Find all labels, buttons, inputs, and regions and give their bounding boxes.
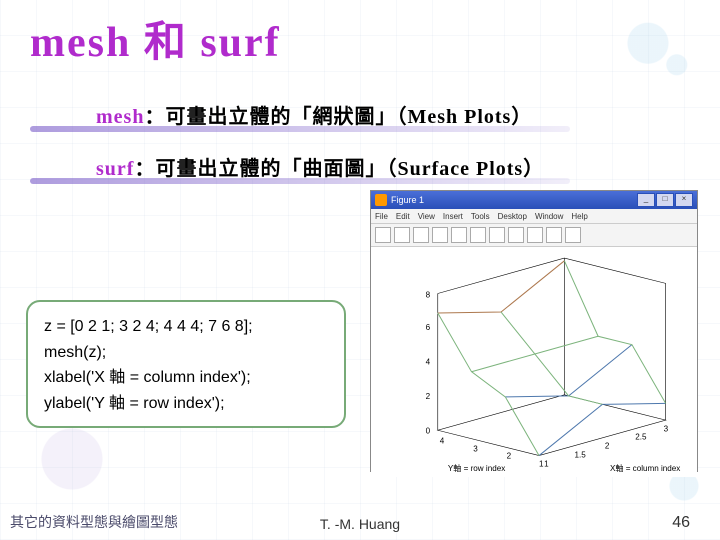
ytick-4: 4: [440, 436, 445, 445]
ztick-0: 0: [426, 426, 431, 435]
tool-pan-icon[interactable]: [489, 227, 505, 243]
footer-author: T. -M. Huang: [320, 516, 400, 532]
xlabel: X軸 = column index: [610, 463, 680, 473]
tool-rotate-icon[interactable]: [508, 227, 524, 243]
code-line-2: mesh(z);: [44, 340, 328, 366]
code-line-3: xlabel('X 軸 = column index');: [44, 365, 328, 391]
mesh-text: ：可畫出立體的「網狀圖」（Mesh Plots）: [144, 106, 532, 128]
figure-titlebar: Figure 1 _ □ ×: [371, 191, 697, 209]
plot-area: 0 2 4 6 8 4 3 2 1 1 1.5 2 2.5 3 X軸 = col…: [371, 247, 697, 477]
figure-menubar: File Edit View Insert Tools Desktop Wind…: [371, 209, 697, 223]
ztick-2: 2: [426, 392, 431, 401]
bullet-mesh: mesh：可畫出立體的「網狀圖」（Mesh Plots）: [96, 100, 532, 129]
tool-datatip-icon[interactable]: [527, 227, 543, 243]
mesh-keyword: mesh: [96, 106, 144, 128]
ztick-6: 6: [426, 323, 431, 332]
close-button[interactable]: ×: [675, 193, 693, 207]
xtick-1: 1: [544, 460, 549, 469]
code-box: z = [0 2 1; 3 2 4; 4 4 4; 7 6 8]; mesh(z…: [26, 300, 346, 428]
figure-title: Figure 1: [391, 195, 424, 205]
tool-zoom-out-icon[interactable]: [470, 227, 486, 243]
bullet-surf: surf：可畫出立體的「曲面圖」（Surface Plots）: [96, 152, 544, 181]
menu-insert[interactable]: Insert: [443, 212, 463, 221]
tool-zoom-in-icon[interactable]: [451, 227, 467, 243]
surf-text: ：可畫出立體的「曲面圖」（Surface Plots）: [134, 158, 544, 180]
xtick-2: 2: [605, 441, 610, 450]
code-line-1: z = [0 2 1; 3 2 4; 4 4 4; 7 6 8];: [44, 314, 328, 340]
matlab-icon: [375, 194, 387, 206]
figure-toolbar: [371, 223, 697, 247]
footer-left: 其它的資料型態與繪圖型態: [10, 512, 178, 532]
menu-window[interactable]: Window: [535, 212, 563, 221]
menu-tools[interactable]: Tools: [471, 212, 490, 221]
ytick-2: 2: [507, 452, 512, 461]
matlab-figure-window: Figure 1 _ □ × File Edit View Insert Too…: [370, 190, 698, 472]
ztick-8: 8: [426, 291, 431, 300]
window-buttons: _ □ ×: [637, 193, 693, 207]
xtick-2.5: 2.5: [635, 432, 647, 441]
ytick-3: 3: [473, 445, 478, 454]
footer-page-number: 46: [672, 514, 690, 532]
menu-help[interactable]: Help: [571, 212, 587, 221]
code-line-4: ylabel('Y 軸 = row index');: [44, 391, 328, 417]
mesh-plot: 0 2 4 6 8 4 3 2 1 1 1.5 2 2.5 3 X軸 = col…: [377, 253, 691, 476]
minimize-button[interactable]: _: [637, 193, 655, 207]
menu-edit[interactable]: Edit: [396, 212, 410, 221]
menu-view[interactable]: View: [418, 212, 435, 221]
menu-desktop[interactable]: Desktop: [498, 212, 527, 221]
xtick-1.5: 1.5: [575, 451, 587, 460]
slide-content: mesh 和 surf mesh：可畫出立體的「網狀圖」（Mesh Plots）…: [0, 0, 720, 540]
page-title: mesh 和 surf: [30, 8, 281, 69]
tool-legend-icon[interactable]: [565, 227, 581, 243]
tool-save-icon[interactable]: [413, 227, 429, 243]
surf-keyword: surf: [96, 158, 134, 180]
ylabel: Y軸 = row index: [448, 463, 505, 473]
tool-colorbar-icon[interactable]: [546, 227, 562, 243]
maximize-button[interactable]: □: [656, 193, 674, 207]
menu-file[interactable]: File: [375, 212, 388, 221]
xtick-3: 3: [664, 424, 669, 433]
tool-new-icon[interactable]: [375, 227, 391, 243]
tool-print-icon[interactable]: [432, 227, 448, 243]
ztick-4: 4: [426, 357, 431, 366]
tool-open-icon[interactable]: [394, 227, 410, 243]
